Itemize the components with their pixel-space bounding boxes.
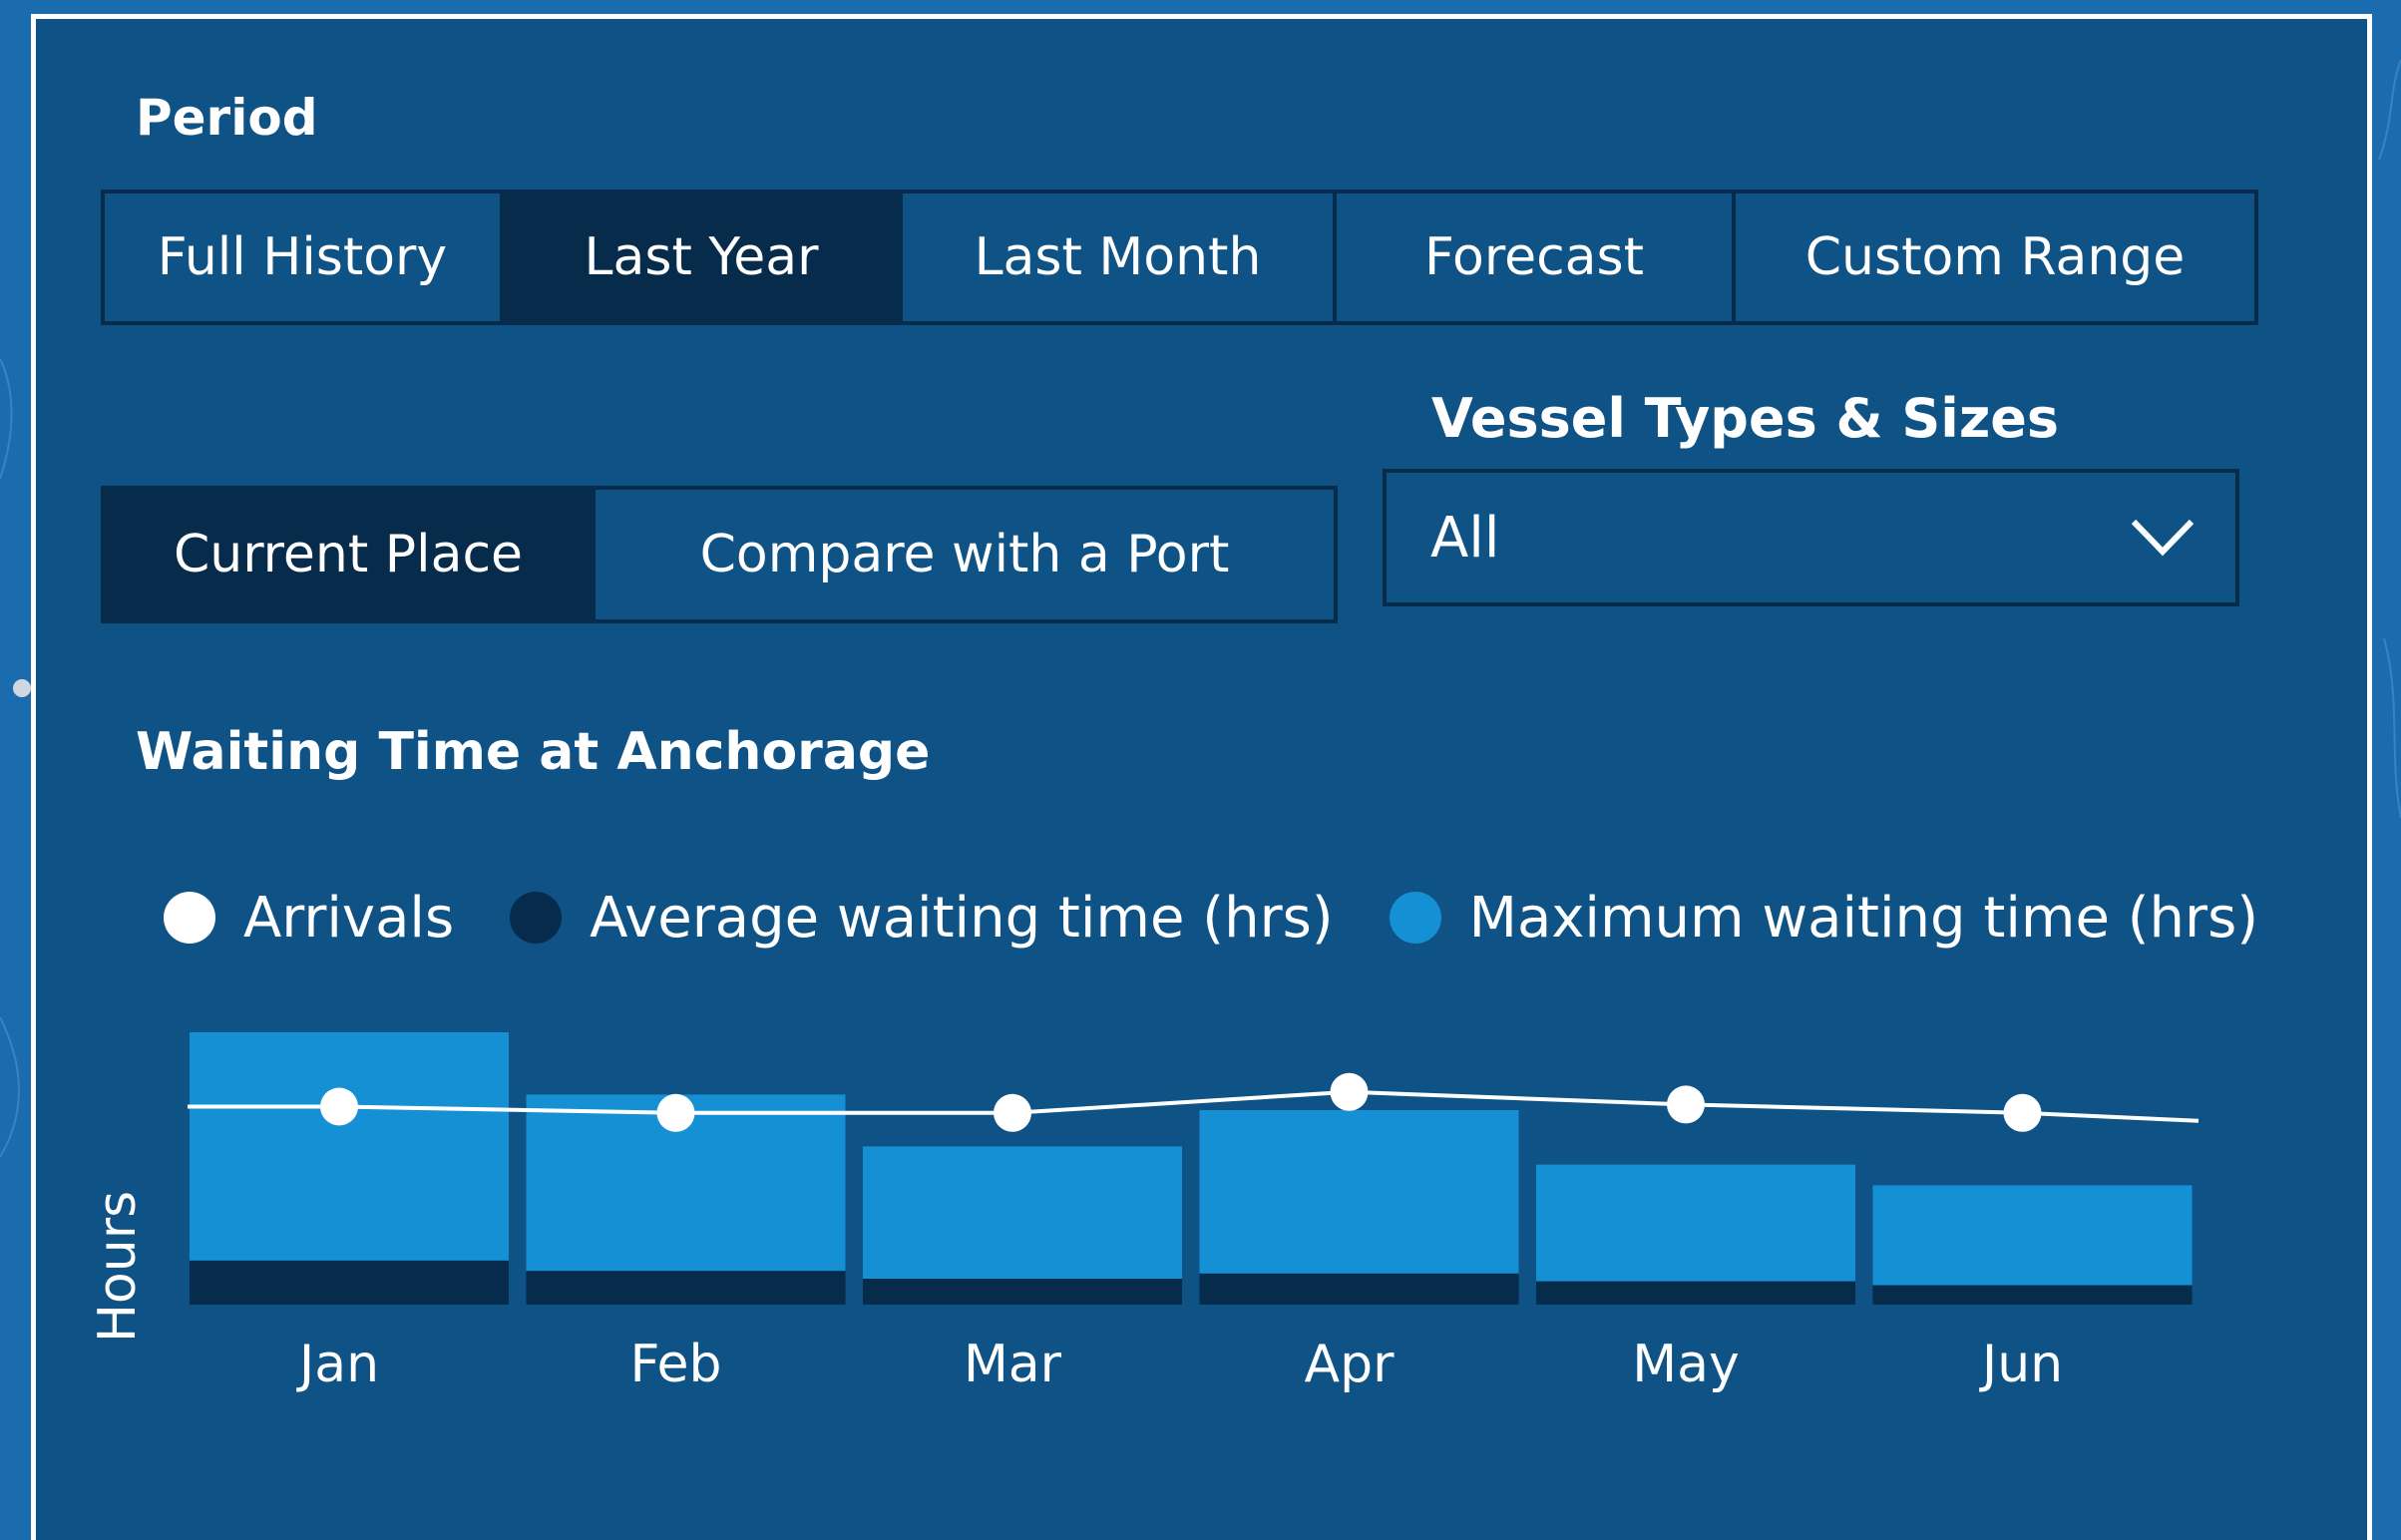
x-tick-apr: Apr (1305, 1335, 1396, 1394)
arrivals-point-feb (656, 1093, 695, 1132)
waiting-time-chart: Jan Feb Mar Apr May Jun (188, 1032, 2200, 1394)
x-tick-feb: Feb (629, 1335, 721, 1394)
bar-avg-feb (526, 1271, 846, 1305)
x-tick-jun: Jun (1979, 1335, 2063, 1394)
arrivals-point-jan (320, 1087, 358, 1126)
x-tick-may: May (1632, 1335, 1740, 1394)
x-tick-mar: Mar (964, 1335, 1062, 1394)
bar-avg-apr (1199, 1273, 1519, 1305)
bar-avg-jun (1872, 1285, 2193, 1305)
bar-avg-may (1536, 1281, 1855, 1305)
bar-avg-mar (863, 1279, 1182, 1305)
arrivals-point-may (1667, 1085, 1705, 1124)
x-tick-jan: Jan (296, 1335, 379, 1394)
arrivals-point-jun (2003, 1093, 2042, 1132)
arrivals-point-apr (1330, 1072, 1369, 1111)
bar-avg-jan (190, 1260, 509, 1305)
arrivals-point-mar (994, 1093, 1031, 1132)
